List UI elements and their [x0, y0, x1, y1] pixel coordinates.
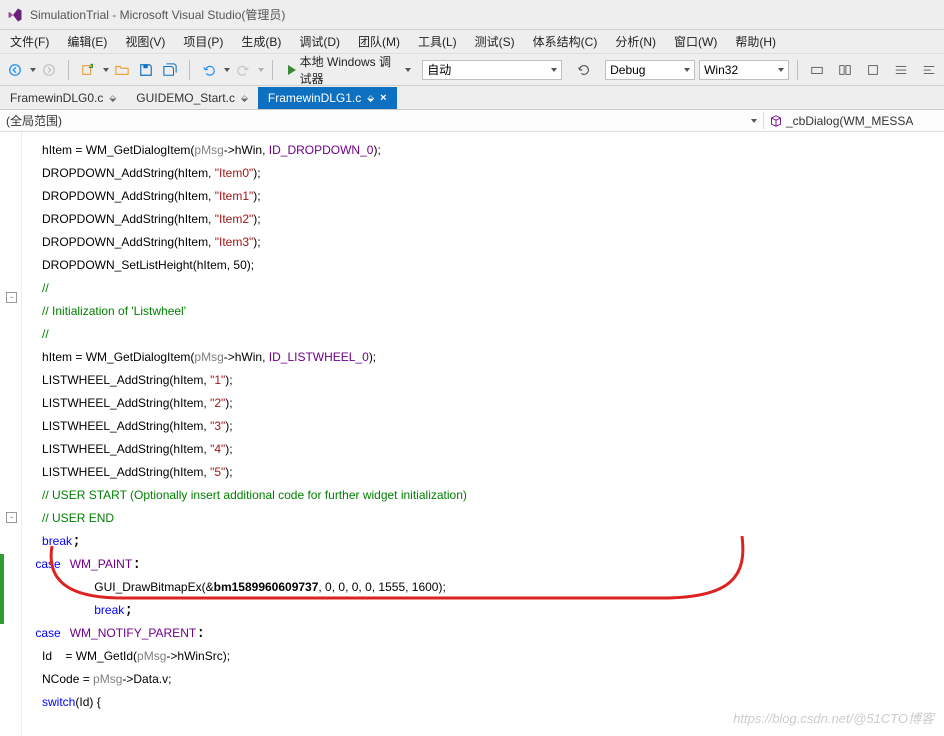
- scope-value: (全局范围): [6, 112, 62, 129]
- chevron-down-icon[interactable]: [30, 68, 36, 72]
- chevron-down-icon: [405, 68, 411, 72]
- combo-value: Debug: [610, 63, 645, 77]
- navigation-bar: (全局范围) _cbDialog(WM_MESSA: [0, 110, 944, 132]
- tab-framewindlg1[interactable]: FramewinDLG1.c ⬙ ×: [258, 87, 397, 109]
- watermark: https://blog.csdn.net/@51CTO博客: [733, 708, 934, 730]
- tab-guidemo-start[interactable]: GUIDEMO_Start.c ⬙: [126, 87, 258, 109]
- window-title: SimulationTrial - Microsoft Visual Studi…: [30, 6, 285, 23]
- save-button[interactable]: [135, 59, 157, 81]
- menu-file[interactable]: 文件(F): [4, 31, 55, 52]
- document-tabs: FramewinDLG0.c ⬙ GUIDEMO_Start.c ⬙ Framewi…: [0, 86, 944, 110]
- tab-label: GUIDEMO_Start.c: [136, 91, 235, 105]
- chevron-down-icon[interactable]: [224, 68, 230, 72]
- new-item-button[interactable]: [77, 59, 99, 81]
- chevron-down-icon: [551, 68, 557, 72]
- combo-value: 自动: [427, 61, 451, 78]
- undo-button[interactable]: [198, 59, 220, 81]
- menu-analyze[interactable]: 分析(N): [609, 31, 662, 52]
- pin-icon[interactable]: ⬙: [109, 93, 116, 104]
- menubar: 文件(F) 编辑(E) 视图(V) 项目(P) 生成(B) 调试(D) 团队(M…: [0, 30, 944, 54]
- code-editor[interactable]: - - hItem = WM_GetDialogItem(pMsg->hWin,…: [0, 132, 944, 736]
- tool-icon-3[interactable]: [862, 59, 884, 81]
- tab-framewindlg0[interactable]: FramewinDLG0.c ⬙: [0, 87, 126, 109]
- collapse-toggle-icon[interactable]: -: [6, 292, 17, 303]
- pin-icon[interactable]: ⬙: [367, 93, 374, 104]
- solution-config-combo[interactable]: 自动: [422, 60, 562, 80]
- redo-button[interactable]: [232, 59, 254, 81]
- menu-test[interactable]: 测试(S): [469, 31, 521, 52]
- close-icon[interactable]: ×: [380, 92, 386, 104]
- config-combo[interactable]: Debug: [605, 60, 695, 80]
- annotation-mark: [42, 536, 762, 616]
- start-debug-button[interactable]: 本地 Windows 调试器: [281, 50, 419, 90]
- menu-build[interactable]: 生成(B): [235, 31, 287, 52]
- vs-logo-icon: [6, 6, 24, 24]
- titlebar: SimulationTrial - Microsoft Visual Studi…: [0, 0, 944, 30]
- tool-icon-4[interactable]: [890, 59, 912, 81]
- tool-icon-2[interactable]: [834, 59, 856, 81]
- chevron-down-icon: [684, 68, 690, 72]
- chevron-down-icon[interactable]: [258, 68, 264, 72]
- tab-label: FramewinDLG0.c: [10, 91, 103, 105]
- toolbar: 本地 Windows 调试器 自动 Debug Win32: [0, 54, 944, 86]
- combo-value: Win32: [704, 63, 738, 77]
- menu-help[interactable]: 帮助(H): [729, 31, 782, 52]
- change-marker: [0, 554, 4, 624]
- menu-project[interactable]: 项目(P): [177, 31, 229, 52]
- chevron-down-icon: [778, 68, 784, 72]
- collapse-toggle-icon[interactable]: -: [6, 512, 17, 523]
- play-icon: [288, 65, 296, 75]
- outline-gutter[interactable]: - -: [0, 132, 22, 736]
- platform-combo[interactable]: Win32: [699, 60, 789, 80]
- pin-icon[interactable]: ⬙: [241, 93, 248, 104]
- nav-fwd-button[interactable]: [38, 59, 60, 81]
- menu-window[interactable]: 窗口(W): [668, 31, 723, 52]
- member-value: _cbDialog(WM_MESSA: [770, 114, 913, 128]
- refresh-button[interactable]: [574, 59, 594, 81]
- tab-label: FramewinDLG1.c: [268, 91, 361, 105]
- menu-view[interactable]: 视图(V): [119, 31, 171, 52]
- menu-arch[interactable]: 体系结构(C): [527, 31, 604, 52]
- chevron-down-icon: [751, 119, 757, 123]
- debugger-label: 本地 Windows 调试器: [300, 53, 400, 87]
- menu-edit[interactable]: 编辑(E): [61, 31, 113, 52]
- tool-icon-5[interactable]: [918, 59, 940, 81]
- code-text[interactable]: hItem = WM_GetDialogItem(pMsg->hWin, ID_…: [22, 132, 944, 736]
- member-dropdown[interactable]: _cbDialog(WM_MESSA: [764, 114, 944, 128]
- tool-icon-1[interactable]: [806, 59, 828, 81]
- save-all-button[interactable]: [159, 59, 181, 81]
- chevron-down-icon[interactable]: [103, 68, 109, 72]
- nav-back-button[interactable]: [4, 59, 26, 81]
- scope-dropdown[interactable]: (全局范围): [0, 112, 764, 129]
- menu-tools[interactable]: 工具(L): [412, 31, 463, 52]
- open-button[interactable]: [111, 59, 133, 81]
